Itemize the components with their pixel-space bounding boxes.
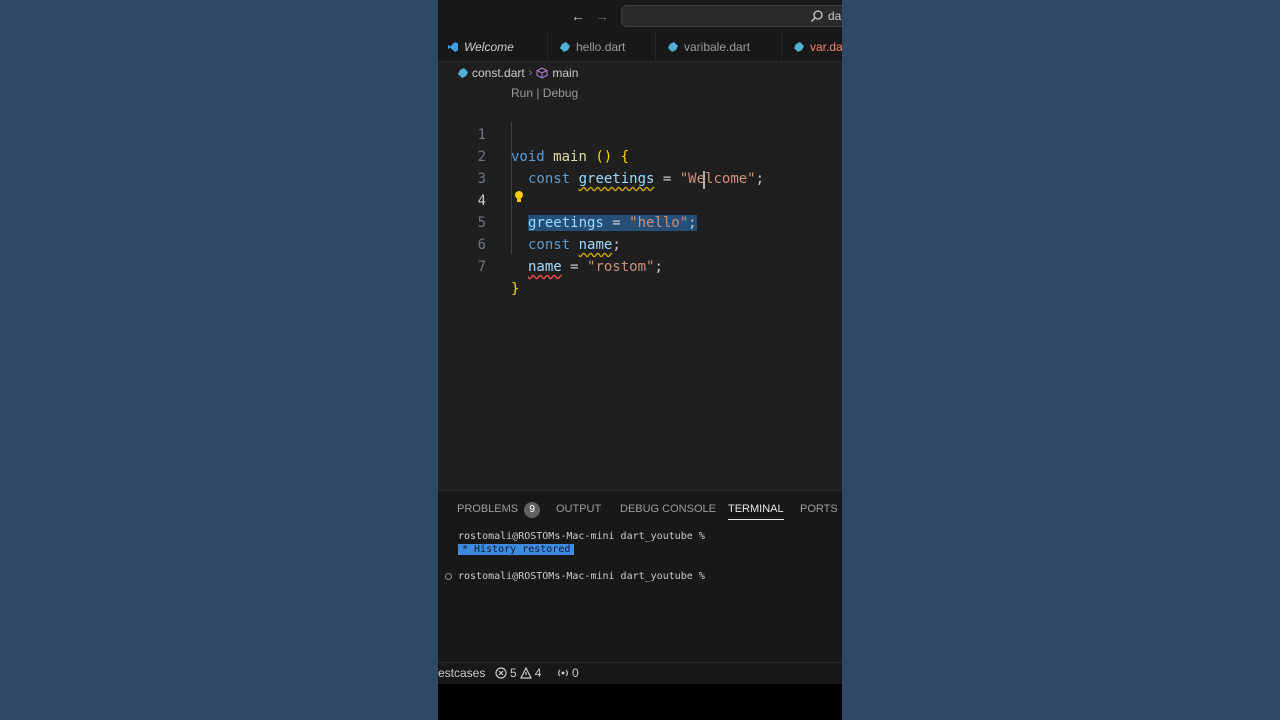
code-line: 2 const greetings = "Welcome"; bbox=[438, 124, 842, 187]
error-count: 5 bbox=[510, 666, 517, 680]
breadcrumb-file[interactable]: const.dart bbox=[472, 66, 525, 80]
dart-icon bbox=[794, 42, 804, 52]
error-icon bbox=[495, 667, 507, 679]
operator: = bbox=[561, 259, 588, 275]
tab-label: var.da bbox=[810, 40, 842, 54]
tab-label: hello.dart bbox=[576, 40, 626, 54]
tab-ports[interactable]: PORTS bbox=[800, 502, 838, 520]
chevron-right-icon: › bbox=[528, 67, 533, 79]
code-editor[interactable]: Run | Debug 1 void main () { 2 const gre… bbox=[438, 84, 842, 490]
tab-label: PROBLEMS bbox=[457, 503, 519, 515]
ports-count: 0 bbox=[572, 666, 579, 680]
tab-var-dart[interactable]: var.da bbox=[784, 32, 842, 62]
cube-icon bbox=[536, 67, 548, 79]
code-line-active: 4 greetings = "hello"; bbox=[438, 168, 842, 231]
status-problems[interactable]: 5 4 bbox=[495, 666, 541, 680]
lightbulb-icon[interactable] bbox=[513, 190, 525, 204]
tab-label: Welcome bbox=[464, 40, 514, 54]
warning-icon bbox=[519, 667, 532, 679]
tab-label: varibale.dart bbox=[684, 40, 751, 54]
video-bottom-bar bbox=[438, 684, 842, 720]
breadcrumb: const.dart › main bbox=[438, 62, 842, 84]
arrow-left-icon[interactable]: ← bbox=[571, 7, 585, 25]
tab-varibale-dart[interactable]: varibale.dart bbox=[658, 32, 782, 62]
search-text: dar bbox=[828, 9, 842, 23]
text-cursor bbox=[703, 171, 705, 189]
command-center-search[interactable]: dar bbox=[621, 5, 842, 27]
breadcrumb-symbol[interactable]: main bbox=[552, 66, 578, 80]
dart-icon bbox=[560, 42, 570, 52]
status-bar: estcases 5 4 0 bbox=[438, 662, 842, 684]
code-line: 7 } bbox=[438, 234, 842, 297]
dart-icon bbox=[668, 42, 678, 52]
close-brace: } bbox=[511, 281, 520, 297]
problems-count-badge: 9 bbox=[524, 502, 541, 518]
string-literal: "rostom" bbox=[587, 259, 655, 275]
arrow-right-icon[interactable]: → bbox=[595, 7, 609, 25]
status-ports[interactable]: 0 bbox=[557, 666, 579, 680]
code-line: 6 name = "rostom"; bbox=[438, 212, 842, 275]
terminal-prompt[interactable]: rostomali@ROSTOMs-Mac-mini dart_youtube … bbox=[458, 571, 705, 582]
vscode-window: ← → dar Welcome hello.dart bbox=[438, 0, 842, 720]
terminal-history-restored: * History restored bbox=[458, 544, 575, 555]
semicolon: ; bbox=[654, 259, 663, 275]
tab-welcome[interactable]: Welcome bbox=[438, 32, 548, 62]
terminal-prompt: rostomali@ROSTOMs-Mac-mini dart_youtube … bbox=[458, 531, 705, 542]
search-icon bbox=[811, 10, 823, 22]
tab-debug-console[interactable]: DEBUG CONSOLE bbox=[620, 502, 716, 520]
circle-icon bbox=[445, 573, 452, 580]
tab-hello-dart[interactable]: hello.dart bbox=[550, 32, 656, 62]
tab-problems[interactable]: PROBLEMS 9 bbox=[457, 502, 541, 520]
vscode-logo-icon bbox=[448, 42, 458, 52]
tab-output[interactable]: OUTPUT bbox=[556, 502, 601, 520]
variable: name bbox=[528, 259, 562, 275]
editor-tab-bar: Welcome hello.dart varibale.dart var.da bbox=[438, 32, 842, 62]
status-testcases[interactable]: estcases bbox=[438, 666, 485, 680]
code-line: 5 const name; bbox=[438, 190, 842, 253]
dart-icon bbox=[458, 68, 468, 78]
title-bar: ← → dar bbox=[438, 0, 842, 32]
codelens-run-debug[interactable]: Run | Debug bbox=[511, 86, 578, 100]
bottom-panel: PROBLEMS 9 OUTPUT DEBUG CONSOLE TERMINAL … bbox=[438, 490, 842, 662]
tab-terminal[interactable]: TERMINAL bbox=[728, 502, 784, 520]
code-line: 1 void main () { bbox=[438, 102, 842, 165]
warning-count: 4 bbox=[534, 666, 542, 680]
broadcast-icon bbox=[558, 669, 568, 677]
line-number: 7 bbox=[477, 259, 486, 275]
code-line: 3 bbox=[438, 146, 842, 187]
